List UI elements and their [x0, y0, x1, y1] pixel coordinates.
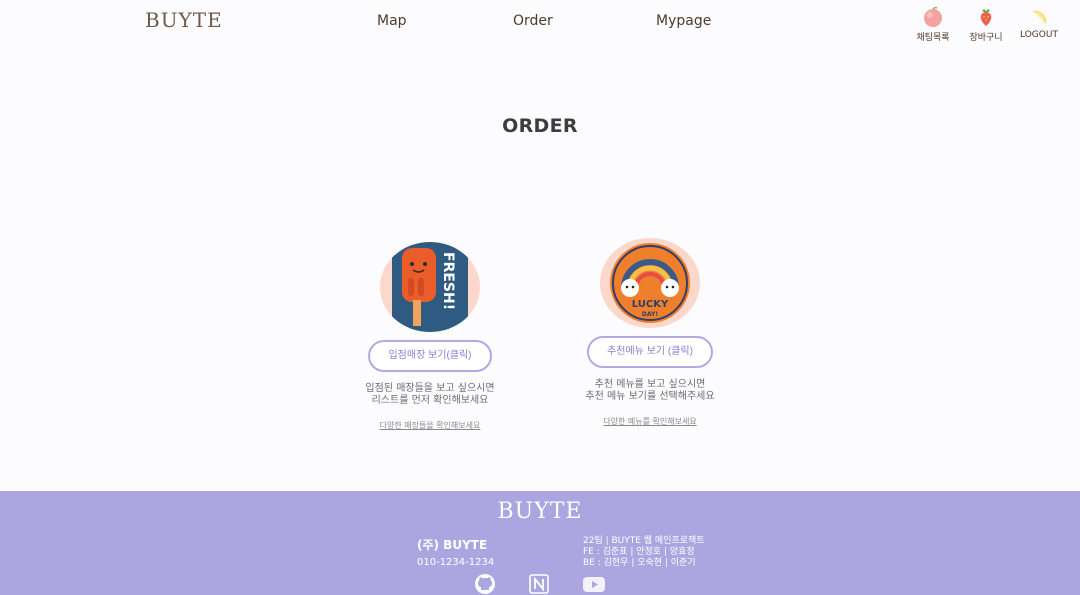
site-footer: BUYTE (주) BUYTE 010-1234-1234 22팀 | BUYT… — [0, 491, 1080, 595]
cart-button[interactable]: 장바구니 — [961, 6, 1011, 43]
lemon-icon — [1033, 10, 1047, 24]
logout-label: LOGOUT — [1020, 30, 1058, 40]
day-sticker-text: DAY! — [642, 311, 658, 318]
stores-description: 입점된 매장들을 보고 싶으시면 리스트를 먼저 확인해보세요 — [330, 383, 530, 407]
strawberry-icon — [980, 9, 992, 26]
recommend-desc-line1: 추천 메뉴를 보고 싶으시면 — [594, 379, 706, 390]
stores-link[interactable]: 다양한 매장들을 확인해보세요 — [380, 420, 481, 431]
site-header: BUYTE Map Order Mypage 채팅목록 장바구니 LOGOUT — [0, 0, 1080, 50]
view-stores-button[interactable]: 입점매장 보기(클릭) — [368, 340, 492, 372]
team-line: 22팀 | BUYTE 웹 메인프로젝트 — [583, 536, 705, 546]
recommend-card: LUCKY DAY! 추천메뉴 보기 (클릭) 추천 메뉴를 보고 싶으시면 추… — [550, 238, 750, 428]
recommend-desc-line2: 추천 메뉴 보기를 선택해주세요 — [585, 391, 715, 402]
rainbow-lucky-icon: LUCKY DAY! — [610, 243, 690, 323]
team-info: 22팀 | BUYTE 웹 메인프로젝트 FE : 김준표 | 안정호 | 양효… — [583, 536, 705, 569]
view-recommend-button[interactable]: 추천메뉴 보기 (클릭) — [587, 336, 713, 368]
wishlist-button[interactable]: 채팅목록 — [908, 6, 958, 43]
fresh-sticker-text: FRESH! — [440, 252, 456, 310]
company-name: (주) BUYTE — [417, 538, 488, 552]
cart-label: 장바구니 — [969, 33, 1003, 43]
recommend-description: 추천 메뉴를 보고 싶으시면 추천 메뉴 보기를 선택해주세요 — [550, 379, 750, 403]
team-line: FE : 김준표 | 안정호 | 양효정 — [583, 547, 695, 557]
popsicle-sticker-image: FRESH! — [380, 242, 480, 332]
stores-desc-line2: 리스트를 먼저 확인해보세요 — [371, 395, 489, 406]
popsicle-fresh-icon: FRESH! — [392, 242, 468, 332]
lucky-sticker-text: LUCKY — [632, 299, 669, 310]
nav-link-map[interactable]: Map — [377, 13, 407, 29]
site-logo[interactable]: BUYTE — [145, 8, 223, 32]
company-phone: 010-1234-1234 — [417, 557, 495, 568]
recommend-link[interactable]: 다양한 메뉴를 확인해보세요 — [603, 416, 696, 427]
nav-link-mypage[interactable]: Mypage — [656, 13, 711, 29]
notion-icon[interactable] — [528, 573, 550, 595]
peach-icon — [924, 6, 942, 27]
wishlist-label: 채팅목록 — [916, 33, 950, 43]
github-icon[interactable] — [474, 573, 496, 595]
company-info: (주) BUYTE 010-1234-1234 — [417, 536, 494, 568]
team-line: BE : 김현우 | 오숙현 | 이준기 — [583, 558, 696, 568]
page-title: ORDER — [502, 115, 578, 137]
youtube-icon[interactable] — [582, 573, 606, 595]
footer-logo: BUYTE — [497, 499, 583, 524]
rainbow-sticker-image: LUCKY DAY! — [600, 238, 700, 328]
logout-button[interactable]: LOGOUT — [1014, 6, 1064, 40]
stores-desc-line1: 입점된 매장들을 보고 싶으시면 — [365, 383, 495, 394]
stores-card: FRESH! 입점매장 보기(클릭) 입점된 매장들을 보고 싶으시면 리스트를… — [330, 238, 530, 432]
nav-link-order[interactable]: Order — [513, 13, 553, 29]
